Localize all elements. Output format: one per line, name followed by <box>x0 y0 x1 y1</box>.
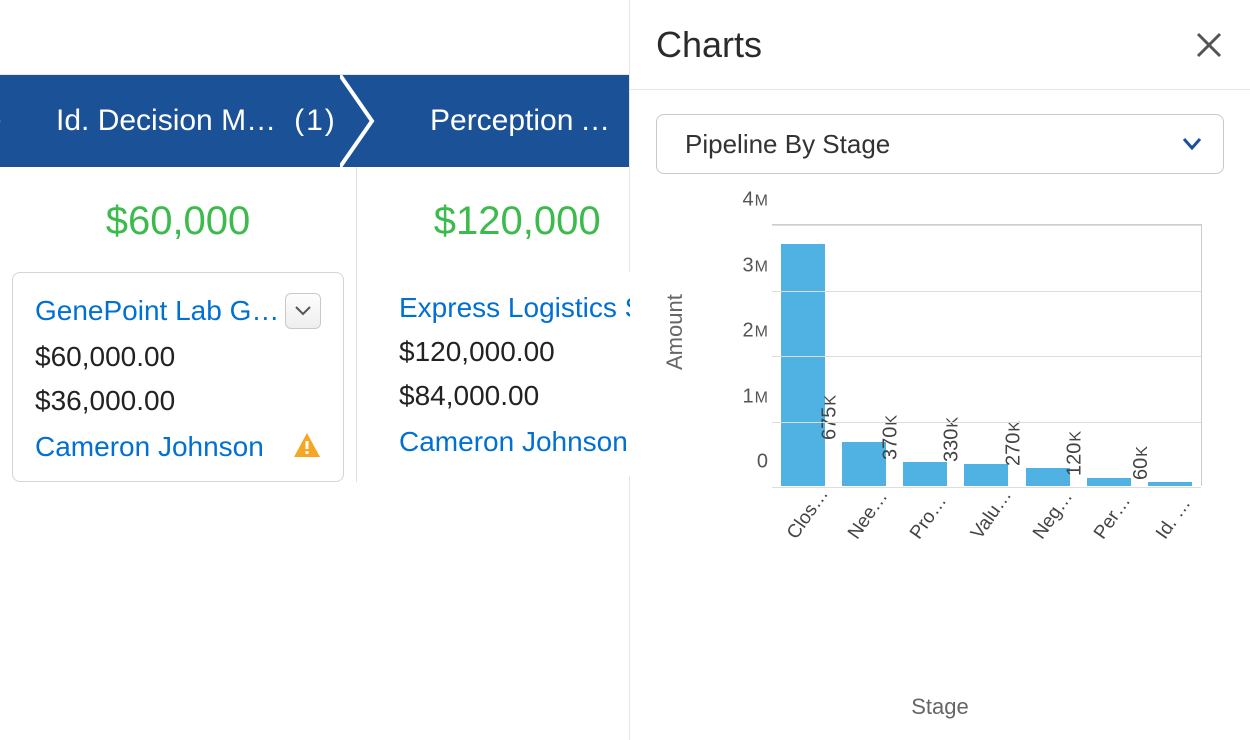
opportunity-card[interactable]: GenePoint Lab Gen… $60,000.00 $36,000.00… <box>12 272 344 482</box>
card-menu-button[interactable] <box>285 293 321 329</box>
gridline <box>772 422 1201 423</box>
bar-value-label: 270K <box>1002 421 1025 466</box>
x-tick: Value Propositi… <box>967 481 1020 544</box>
bar-slot: 370K <box>895 462 956 486</box>
chevron-left-icon <box>0 75 34 167</box>
pipeline-by-stage-chart: Amount 3.7M675K370K330K270K120K60K Close… <box>656 200 1224 720</box>
chart-plot: 3.7M675K370K330K270K120K60K <box>772 224 1202 486</box>
select-value: Pipeline By Stage <box>685 129 890 160</box>
y-tick: 2M <box>708 320 768 343</box>
column-total: $60,000 <box>0 167 356 272</box>
card-amount: $60,000.00 <box>35 341 321 373</box>
gridline <box>772 356 1201 357</box>
bar-value-label: 60K <box>1130 446 1153 480</box>
bar-slot: 330K <box>956 464 1017 486</box>
stage-header: Id. Decision M… (1) Perception Ana <box>0 75 629 167</box>
charts-panel: Charts Pipeline By Stage Amount 3.7M675K… <box>630 0 1250 740</box>
card-title[interactable]: Express Logistics S <box>399 292 643 324</box>
gridline <box>772 225 1201 226</box>
chevron-down-icon <box>1183 138 1201 150</box>
close-icon <box>1196 32 1222 58</box>
card-owner[interactable]: Cameron Johnson <box>35 431 321 463</box>
card-owner[interactable]: Cameron Johnson <box>399 426 643 458</box>
chart-bar[interactable] <box>781 244 825 486</box>
stage-id-decision-makers[interactable]: Id. Decision M… (1) <box>0 75 374 167</box>
x-tick: Needs Analysis <box>844 481 897 544</box>
bar-value-label: 675K <box>818 395 841 440</box>
gridline <box>772 291 1201 292</box>
y-tick: 4M <box>708 189 768 212</box>
x-axis-label: Stage <box>656 694 1224 720</box>
card-amount: $120,000.00 <box>399 336 643 368</box>
stage-label: Id. Decision M… <box>56 104 276 138</box>
stage-label: Perception Ana <box>430 104 629 138</box>
x-tick: Negotiation/R… <box>1029 481 1082 544</box>
close-button[interactable] <box>1188 24 1230 66</box>
x-tick: Proposal/Price… <box>906 481 959 544</box>
stage-count: (1) <box>294 104 337 138</box>
x-tick: Closed Won <box>783 481 836 544</box>
bar-value-label: 330K <box>941 417 964 462</box>
kanban-board: Id. Decision M… (1) Perception Ana $60,0… <box>0 0 630 740</box>
y-tick: 1M <box>708 385 768 408</box>
x-tick: Id. Decision M… <box>1152 481 1205 544</box>
chart-type-select[interactable]: Pipeline By Stage <box>656 114 1224 174</box>
chevron-down-icon <box>295 306 311 316</box>
kanban-columns: $60,000 GenePoint Lab Gen… $60,000.00 $3… <box>0 167 629 482</box>
bar-value-label: 3.7M <box>759 208 782 250</box>
y-axis-label: Amount <box>662 294 688 370</box>
card-expected: $84,000.00 <box>399 380 643 412</box>
opportunity-card[interactable]: Express Logistics S $120,000.00 $84,000.… <box>369 272 665 476</box>
panel-title: Charts <box>656 24 762 66</box>
stage-perception-analysis[interactable]: Perception Ana <box>374 75 629 167</box>
top-spacer <box>0 0 629 75</box>
card-expected: $36,000.00 <box>35 385 321 417</box>
bar-slot: 3.7M <box>772 244 833 486</box>
x-tick: Perception Ana… <box>1090 481 1143 544</box>
y-tick: 3M <box>708 254 768 277</box>
y-tick: 0 <box>708 451 768 474</box>
card-title[interactable]: GenePoint Lab Gen… <box>35 295 285 327</box>
kanban-column: $60,000 GenePoint Lab Gen… $60,000.00 $3… <box>0 167 357 482</box>
bar-value-label: 120K <box>1064 431 1087 476</box>
x-axis-ticks: Closed WonNeeds AnalysisProposal/Price…V… <box>772 490 1202 512</box>
warning-icon <box>293 432 321 463</box>
